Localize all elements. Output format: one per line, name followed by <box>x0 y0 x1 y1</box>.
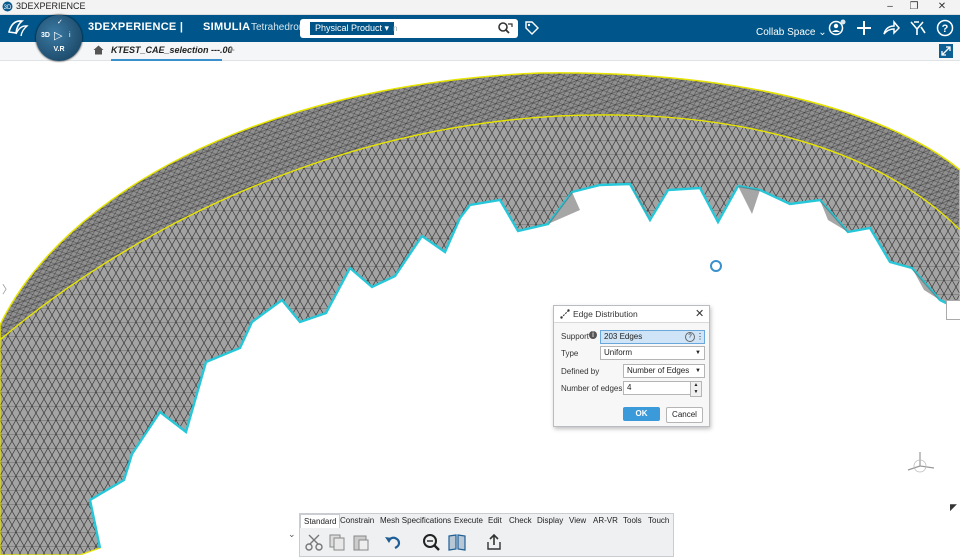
side-panel-handle-icon[interactable] <box>946 300 960 320</box>
add-icon[interactable] <box>855 19 873 37</box>
tab-mesh-specifications[interactable]: Mesh Specifications <box>380 514 451 527</box>
search-scope-label: Physical Product <box>315 23 383 33</box>
window-title: 3DEXPERIENCE <box>16 1 86 11</box>
dialog-title: Edge Distribution <box>573 309 638 319</box>
tab-view[interactable]: View <box>569 514 586 527</box>
support-label: Support <box>561 332 590 341</box>
ok-button[interactable]: OK <box>623 407 660 421</box>
cancel-button[interactable]: Cancel <box>666 407 703 423</box>
collab-space-menu[interactable]: Collab Space ⌄ <box>756 27 827 38</box>
restore-icon[interactable]: ❐ <box>904 0 924 14</box>
copy-icon[interactable] <box>327 532 347 552</box>
home-icon[interactable] <box>93 45 104 55</box>
tab-check[interactable]: Check <box>509 514 532 527</box>
chevron-down-icon: ▼ <box>695 350 701 356</box>
cut-icon[interactable] <box>304 532 324 552</box>
compass-info: i <box>69 32 71 39</box>
help-icon[interactable]: ? <box>685 332 695 342</box>
apps-compass-icon[interactable] <box>909 19 927 37</box>
defined-by-select[interactable]: Number of Edges ▼ <box>623 364 705 378</box>
share-icon[interactable] <box>484 532 504 552</box>
mesh-viewport[interactable] <box>0 61 960 555</box>
close-icon[interactable]: ✕ <box>695 307 704 320</box>
axis-triad-icon[interactable] <box>902 448 938 474</box>
chevron-down-icon[interactable]: ⌄ <box>288 529 296 540</box>
book-icon[interactable] <box>447 532 467 552</box>
brand-name: 3DEXPERIENCE | <box>88 21 184 33</box>
tab-ar-vr[interactable]: AR-VR <box>593 514 618 527</box>
defined-by-value: Number of Edges <box>627 366 690 375</box>
search-scope-dropdown[interactable]: Physical Product ▾ <box>310 22 395 35</box>
compass-vr: V.R <box>53 46 65 53</box>
more-options-icon[interactable]: ⋮ <box>696 331 704 343</box>
chevron-down-icon: ⌄ <box>818 27 827 38</box>
chevron-up-icon[interactable]: ▲ <box>694 382 699 388</box>
brand-product: SIMULIA <box>203 21 251 33</box>
edge-distribution-icon <box>560 309 570 319</box>
collab-space-label: Collab Space <box>756 27 816 38</box>
tag-icon[interactable] <box>524 20 540 36</box>
play-icon[interactable]: ▷ <box>54 29 62 42</box>
chevron-down-icon[interactable]: ▼ <box>694 389 699 395</box>
search-placeholder: n <box>393 24 398 33</box>
svg-text:?: ? <box>942 23 949 35</box>
compass-mark-icon: ✓ <box>57 19 63 26</box>
chevron-down-icon: ▾ <box>384 23 390 33</box>
support-value: 203 Edges <box>604 332 643 341</box>
fullscreen-icon[interactable] <box>939 44 953 58</box>
tab-ktest-cae-selection[interactable]: KTEST_CAE_selection ---.00 <box>111 44 233 61</box>
tab-touch[interactable]: Touch <box>648 514 669 527</box>
user-icon[interactable] <box>828 19 846 37</box>
cursor-icon: ◤ <box>950 502 957 512</box>
support-field[interactable]: 203 Edges? ⋮ <box>600 330 705 344</box>
paste-icon[interactable] <box>351 532 371 552</box>
number-of-edges-value: 4 <box>627 383 632 392</box>
chevron-down-icon: ▼ <box>695 368 701 374</box>
type-label: Type <box>561 349 579 358</box>
tab-standard[interactable]: Standard <box>300 514 341 528</box>
tab-edit[interactable]: Edit <box>488 514 502 527</box>
tab-display[interactable]: Display <box>537 514 563 527</box>
search-zoom-icon[interactable] <box>421 532 441 552</box>
ds-logo-icon <box>8 20 29 37</box>
minimize-icon[interactable]: – <box>880 0 900 14</box>
type-value: Uniform <box>604 348 633 357</box>
info-icon[interactable]: i <box>589 331 597 339</box>
tab-execute[interactable]: Execute <box>454 514 483 527</box>
number-of-edges-label: Number of edges <box>561 384 623 393</box>
share-icon[interactable] <box>882 19 900 37</box>
undo-icon[interactable] <box>383 532 403 552</box>
left-panel-toggle-icon[interactable]: 〉 <box>2 281 13 297</box>
number-of-edges-input[interactable]: 4 <box>623 381 695 395</box>
svg-text:3D: 3D <box>4 5 12 11</box>
gear-mesh[interactable] <box>0 72 960 555</box>
compass-button[interactable]: ✓ 3D ▷ i V.R <box>36 15 82 61</box>
number-stepper[interactable]: ▲ ▼ <box>690 381 702 397</box>
tab-constrain[interactable]: Constrain <box>340 514 374 527</box>
tab-tools[interactable]: Tools <box>623 514 642 527</box>
close-icon[interactable]: ✕ <box>932 0 952 14</box>
manipulator-point-icon[interactable] <box>710 260 722 272</box>
edge-distribution-dialog[interactable]: Edge Distribution ✕ Support i 203 Edges?… <box>553 305 710 427</box>
search-icon[interactable] <box>497 21 513 35</box>
type-select[interactable]: Uniform ▼ <box>600 346 705 360</box>
compass-3d: 3D <box>41 32 50 39</box>
app-icon: 3D <box>2 1 13 12</box>
add-tab-button[interactable]: + <box>228 43 235 57</box>
window-titlebar: 3D 3DEXPERIENCE – ❐ ✕ <box>0 0 960 15</box>
dialog-header: Edge Distribution ✕ <box>554 306 709 323</box>
help-icon[interactable]: ? <box>936 19 954 37</box>
defined-by-label: Defined by <box>561 367 600 376</box>
